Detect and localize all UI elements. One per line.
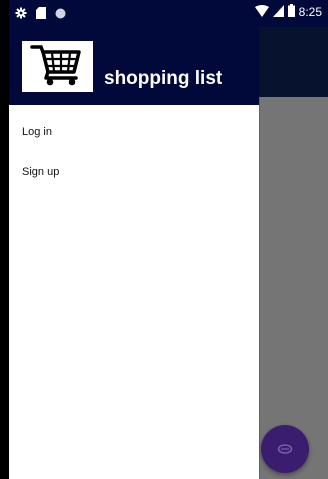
cellular-icon: [272, 4, 284, 20]
drawer-title: shopping list: [104, 68, 223, 89]
sd-card-icon: [36, 6, 46, 24]
menu-item-sign-up[interactable]: Sign up: [9, 152, 259, 192]
app-logo: [22, 41, 93, 92]
wifi-icon: [254, 4, 269, 20]
floating-action-button[interactable]: [261, 425, 309, 473]
fab-icon: [277, 443, 293, 455]
status-bar: 8:25: [9, 0, 328, 27]
phone-screen: 8:25 shopping list Log in Sign up: [9, 0, 328, 479]
drawer-edge-divider: [259, 0, 260, 479]
status-bar-right: 8:25: [254, 4, 322, 20]
drawer-menu: Log in Sign up: [9, 112, 259, 192]
menu-item-label: Log in: [22, 126, 52, 138]
status-time: 8:25: [298, 5, 322, 19]
status-bar-left: [15, 6, 66, 24]
shopping-cart-icon: [29, 42, 87, 91]
menu-item-label: Sign up: [22, 166, 60, 178]
menu-item-log-in[interactable]: Log in: [9, 112, 259, 152]
settings-icon: [15, 6, 27, 24]
battery-icon: [287, 4, 295, 20]
circle-icon: [55, 6, 66, 24]
navigation-drawer: shopping list Log in Sign up: [9, 0, 259, 479]
